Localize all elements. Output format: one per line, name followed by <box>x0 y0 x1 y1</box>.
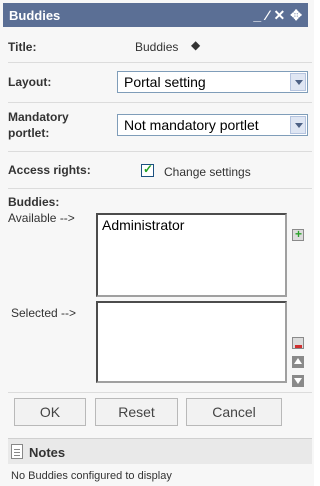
available-listbox[interactable]: Administrator <box>96 213 287 297</box>
close-icon[interactable]: ✕ <box>274 8 286 22</box>
buddies-label: Buddies: <box>8 195 60 209</box>
add-icon[interactable] <box>292 227 304 241</box>
layout-select-value: Portal setting <box>124 74 206 90</box>
divider <box>8 102 312 103</box>
change-settings-checkbox[interactable]: ✓ <box>141 162 154 177</box>
title-label: Title: <box>8 40 37 54</box>
layout-select[interactable]: Portal setting <box>117 71 308 93</box>
mandatory-select[interactable]: Not mandatory portlet <box>117 114 308 136</box>
edit-icon[interactable]: ⁄ <box>266 8 268 22</box>
title-row: Title: Buddies ◆ <box>8 38 312 58</box>
chevron-down-icon[interactable] <box>290 116 306 134</box>
divider <box>8 62 312 63</box>
selected-listbox[interactable] <box>96 301 287 383</box>
list-item[interactable]: Administrator <box>102 217 281 233</box>
move-up-icon[interactable] <box>292 356 304 368</box>
access-row: Access rights: <box>8 158 312 182</box>
move-icon[interactable]: ✥ <box>290 8 302 22</box>
mandatory-select-value: Not mandatory portlet <box>124 117 259 133</box>
move-down-icon[interactable] <box>292 375 304 387</box>
checkmark-icon: ✓ <box>143 162 154 176</box>
divider <box>8 151 312 152</box>
portlet-title: Buddies <box>9 8 61 23</box>
notes-header: Notes <box>8 438 312 464</box>
titlebar-controls: _ ⁄ ✕ ✥ <box>253 6 302 24</box>
access-label: Access rights: <box>8 163 91 177</box>
selected-label: Selected --> <box>11 306 77 320</box>
mandatory-label-line1: Mandatory <box>8 110 69 124</box>
reset-button[interactable]: Reset <box>95 398 178 426</box>
buddies-portlet: Buddies _ ⁄ ✕ ✥ Title: Buddies ◆ Layout:… <box>0 0 314 486</box>
title-value[interactable]: Buddies <box>135 40 178 54</box>
chevron-down-icon[interactable] <box>290 73 306 91</box>
available-label: Available --> <box>8 211 75 225</box>
title-sort-icon[interactable]: ◆ <box>191 38 200 52</box>
ok-button[interactable]: OK <box>14 398 86 426</box>
mandatory-label-line2: portlet: <box>8 126 50 140</box>
notes-title: Notes <box>29 445 66 460</box>
document-icon <box>11 444 23 459</box>
portlet-titlebar: Buddies _ ⁄ ✕ ✥ <box>3 3 308 27</box>
divider <box>8 188 312 189</box>
remove-icon[interactable] <box>292 337 304 349</box>
divider <box>8 392 312 393</box>
cancel-button[interactable]: Cancel <box>186 398 282 426</box>
notes-text: No Buddies configured to display <box>11 470 172 482</box>
layout-label: Layout: <box>8 75 52 89</box>
minimize-icon[interactable]: _ <box>253 8 261 22</box>
change-settings-label: Change settings <box>164 165 251 179</box>
